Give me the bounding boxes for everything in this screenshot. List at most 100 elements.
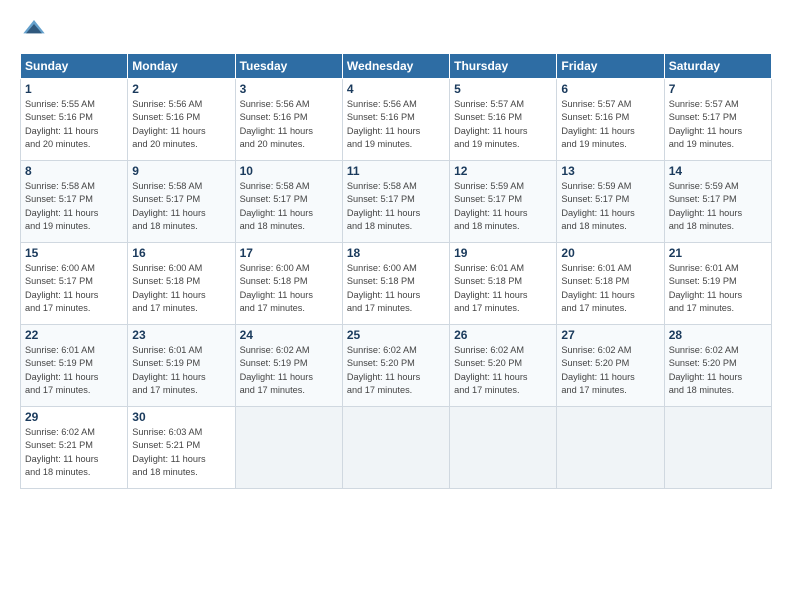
col-tuesday: Tuesday <box>235 54 342 79</box>
day-number: 4 <box>347 82 445 96</box>
table-row: 13 Sunrise: 5:59 AM Sunset: 5:17 PM Dayli… <box>557 161 664 243</box>
day-info: Sunrise: 5:58 AM Sunset: 5:17 PM Dayligh… <box>347 180 445 233</box>
col-sunday: Sunday <box>21 54 128 79</box>
calendar-header-row: Sunday Monday Tuesday Wednesday Thursday… <box>21 54 772 79</box>
day-number: 20 <box>561 246 659 260</box>
day-info: Sunrise: 6:01 AM Sunset: 5:18 PM Dayligh… <box>561 262 659 315</box>
day-number: 26 <box>454 328 552 342</box>
table-row: 11 Sunrise: 5:58 AM Sunset: 5:17 PM Dayli… <box>342 161 449 243</box>
day-number: 17 <box>240 246 338 260</box>
day-info: Sunrise: 6:02 AM Sunset: 5:19 PM Dayligh… <box>240 344 338 397</box>
day-info: Sunrise: 5:56 AM Sunset: 5:16 PM Dayligh… <box>240 98 338 151</box>
day-info: Sunrise: 6:00 AM Sunset: 5:18 PM Dayligh… <box>240 262 338 315</box>
day-info: Sunrise: 5:58 AM Sunset: 5:17 PM Dayligh… <box>132 180 230 233</box>
day-info: Sunrise: 6:00 AM Sunset: 5:18 PM Dayligh… <box>132 262 230 315</box>
day-number: 19 <box>454 246 552 260</box>
day-number: 29 <box>25 410 123 424</box>
calendar-week-row: 22 Sunrise: 6:01 AM Sunset: 5:19 PM Dayli… <box>21 325 772 407</box>
table-row: 23 Sunrise: 6:01 AM Sunset: 5:19 PM Dayli… <box>128 325 235 407</box>
day-number: 7 <box>669 82 767 96</box>
day-info: Sunrise: 5:56 AM Sunset: 5:16 PM Dayligh… <box>132 98 230 151</box>
table-row: 26 Sunrise: 6:02 AM Sunset: 5:20 PM Dayli… <box>450 325 557 407</box>
day-number: 9 <box>132 164 230 178</box>
day-info: Sunrise: 6:00 AM Sunset: 5:18 PM Dayligh… <box>347 262 445 315</box>
day-info: Sunrise: 5:59 AM Sunset: 5:17 PM Dayligh… <box>669 180 767 233</box>
day-number: 16 <box>132 246 230 260</box>
table-row: 5 Sunrise: 5:57 AM Sunset: 5:16 PM Daylig… <box>450 79 557 161</box>
table-row: 27 Sunrise: 6:02 AM Sunset: 5:20 PM Dayli… <box>557 325 664 407</box>
table-row: 19 Sunrise: 6:01 AM Sunset: 5:18 PM Dayli… <box>450 243 557 325</box>
day-number: 10 <box>240 164 338 178</box>
day-number: 28 <box>669 328 767 342</box>
table-row: 7 Sunrise: 5:57 AM Sunset: 5:17 PM Daylig… <box>664 79 771 161</box>
table-row: 30 Sunrise: 6:03 AM Sunset: 5:21 PM Dayli… <box>128 407 235 489</box>
day-info: Sunrise: 5:58 AM Sunset: 5:17 PM Dayligh… <box>240 180 338 233</box>
day-number: 2 <box>132 82 230 96</box>
day-info: Sunrise: 6:02 AM Sunset: 5:20 PM Dayligh… <box>347 344 445 397</box>
table-row <box>342 407 449 489</box>
day-number: 14 <box>669 164 767 178</box>
day-info: Sunrise: 5:57 AM Sunset: 5:16 PM Dayligh… <box>561 98 659 151</box>
day-number: 18 <box>347 246 445 260</box>
day-info: Sunrise: 6:02 AM Sunset: 5:20 PM Dayligh… <box>454 344 552 397</box>
day-number: 5 <box>454 82 552 96</box>
table-row: 8 Sunrise: 5:58 AM Sunset: 5:17 PM Daylig… <box>21 161 128 243</box>
day-info: Sunrise: 6:02 AM Sunset: 5:20 PM Dayligh… <box>561 344 659 397</box>
day-number: 6 <box>561 82 659 96</box>
table-row: 3 Sunrise: 5:56 AM Sunset: 5:16 PM Daylig… <box>235 79 342 161</box>
table-row: 20 Sunrise: 6:01 AM Sunset: 5:18 PM Dayli… <box>557 243 664 325</box>
table-row: 15Sunrise: 6:00 AM Sunset: 5:17 PM Dayli… <box>21 243 128 325</box>
table-row: 2 Sunrise: 5:56 AM Sunset: 5:16 PM Daylig… <box>128 79 235 161</box>
day-number: 21 <box>669 246 767 260</box>
table-row: 18 Sunrise: 6:00 AM Sunset: 5:18 PM Dayli… <box>342 243 449 325</box>
day-number: 3 <box>240 82 338 96</box>
day-number: 11 <box>347 164 445 178</box>
day-number: 30 <box>132 410 230 424</box>
day-number: 13 <box>561 164 659 178</box>
day-number: 27 <box>561 328 659 342</box>
table-row: 28 Sunrise: 6:02 AM Sunset: 5:20 PM Dayli… <box>664 325 771 407</box>
table-row: 4Sunrise: 5:56 AM Sunset: 5:16 PM Daylig… <box>342 79 449 161</box>
day-info: Sunrise: 6:01 AM Sunset: 5:19 PM Dayligh… <box>25 344 123 397</box>
day-info: Sunrise: 6:01 AM Sunset: 5:18 PM Dayligh… <box>454 262 552 315</box>
day-number: 25 <box>347 328 445 342</box>
day-number: 22 <box>25 328 123 342</box>
day-info: Sunrise: 6:02 AM Sunset: 5:20 PM Dayligh… <box>669 344 767 397</box>
day-info: Sunrise: 6:03 AM Sunset: 5:21 PM Dayligh… <box>132 426 230 479</box>
col-monday: Monday <box>128 54 235 79</box>
calendar-week-row: 8 Sunrise: 5:58 AM Sunset: 5:17 PM Daylig… <box>21 161 772 243</box>
table-row: 12 Sunrise: 5:59 AM Sunset: 5:17 PM Dayli… <box>450 161 557 243</box>
calendar-week-row: 29 Sunrise: 6:02 AM Sunset: 5:21 PM Dayli… <box>21 407 772 489</box>
table-row <box>557 407 664 489</box>
col-friday: Friday <box>557 54 664 79</box>
table-row: 9 Sunrise: 5:58 AM Sunset: 5:17 PM Daylig… <box>128 161 235 243</box>
day-info: Sunrise: 6:00 AM Sunset: 5:17 PM Dayligh… <box>25 262 123 315</box>
table-row: 14 Sunrise: 5:59 AM Sunset: 5:17 PM Dayli… <box>664 161 771 243</box>
table-row <box>450 407 557 489</box>
day-info: Sunrise: 5:57 AM Sunset: 5:17 PM Dayligh… <box>669 98 767 151</box>
day-number: 8 <box>25 164 123 178</box>
table-row: 21Sunrise: 6:01 AM Sunset: 5:19 PM Dayli… <box>664 243 771 325</box>
day-number: 23 <box>132 328 230 342</box>
table-row: 22 Sunrise: 6:01 AM Sunset: 5:19 PM Dayli… <box>21 325 128 407</box>
calendar-week-row: 1Sunrise: 5:55 AM Sunset: 5:16 PM Daylig… <box>21 79 772 161</box>
day-info: Sunrise: 5:59 AM Sunset: 5:17 PM Dayligh… <box>454 180 552 233</box>
day-info: Sunrise: 6:01 AM Sunset: 5:19 PM Dayligh… <box>132 344 230 397</box>
table-row: 17 Sunrise: 6:00 AM Sunset: 5:18 PM Dayli… <box>235 243 342 325</box>
day-number: 1 <box>25 82 123 96</box>
logo <box>20 18 48 43</box>
table-row: 10 Sunrise: 5:58 AM Sunset: 5:17 PM Dayli… <box>235 161 342 243</box>
day-number: 12 <box>454 164 552 178</box>
table-row: 24Sunrise: 6:02 AM Sunset: 5:19 PM Dayli… <box>235 325 342 407</box>
day-info: Sunrise: 5:57 AM Sunset: 5:16 PM Dayligh… <box>454 98 552 151</box>
table-row: 29 Sunrise: 6:02 AM Sunset: 5:21 PM Dayli… <box>21 407 128 489</box>
day-info: Sunrise: 5:59 AM Sunset: 5:17 PM Dayligh… <box>561 180 659 233</box>
day-info: Sunrise: 5:58 AM Sunset: 5:17 PM Dayligh… <box>25 180 123 233</box>
day-info: Sunrise: 6:02 AM Sunset: 5:21 PM Dayligh… <box>25 426 123 479</box>
table-row: 1Sunrise: 5:55 AM Sunset: 5:16 PM Daylig… <box>21 79 128 161</box>
calendar-table: Sunday Monday Tuesday Wednesday Thursday… <box>20 53 772 489</box>
header <box>20 18 772 43</box>
table-row: 6 Sunrise: 5:57 AM Sunset: 5:16 PM Daylig… <box>557 79 664 161</box>
col-wednesday: Wednesday <box>342 54 449 79</box>
table-row: 25 Sunrise: 6:02 AM Sunset: 5:20 PM Dayli… <box>342 325 449 407</box>
